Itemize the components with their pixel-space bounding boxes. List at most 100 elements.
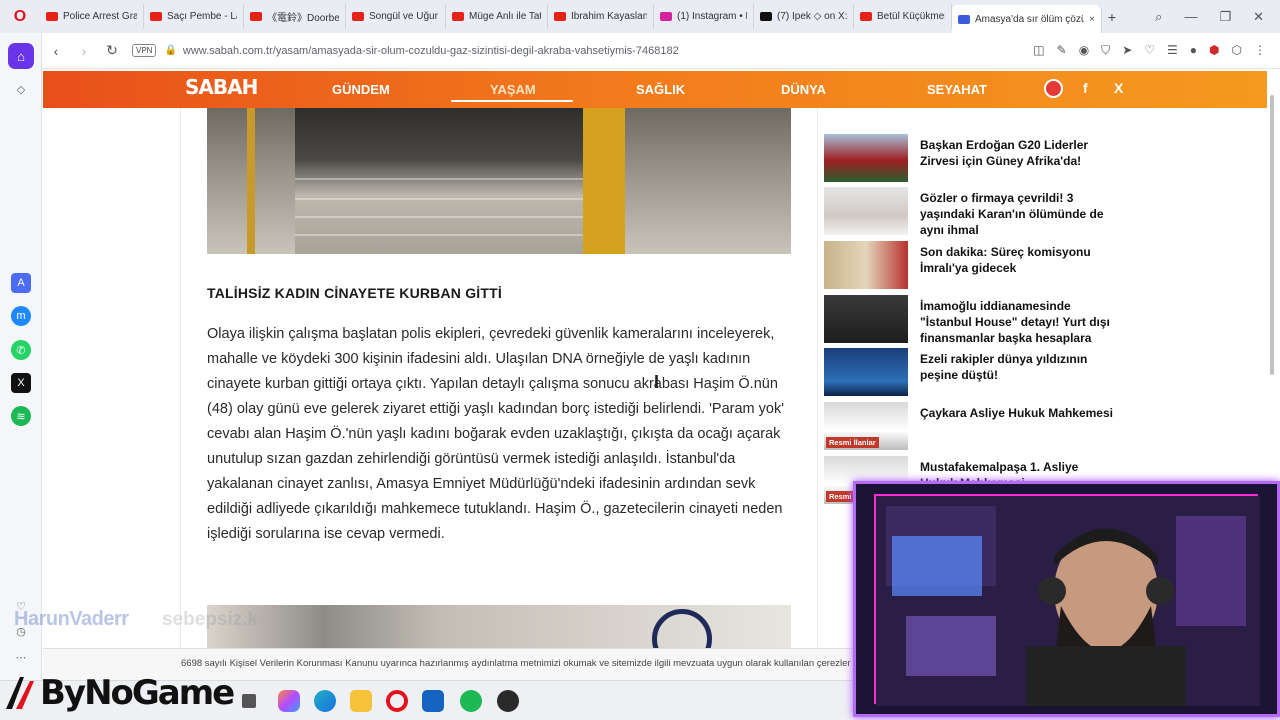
search-tabs-icon[interactable]: ⌕	[1155, 9, 1162, 25]
browser-tab[interactable]: Saçı Pembe - Lar	[144, 4, 244, 29]
tab-title: Police Arrest Gra	[63, 11, 137, 22]
bynogame-text: ByNoGame	[40, 673, 235, 713]
browser-tab[interactable]: Songül ve Uğur il	[346, 4, 446, 29]
news-thumbnail[interactable]: Resmi İlanlar	[824, 402, 908, 450]
lock-icon: 🔒	[164, 45, 177, 56]
obs-icon[interactable]	[497, 690, 519, 712]
outlook-icon[interactable]	[422, 690, 444, 712]
facebook-icon[interactable]: f	[1083, 80, 1088, 96]
edge-icon[interactable]	[314, 690, 336, 712]
send-icon[interactable]: ➤	[1122, 43, 1132, 58]
browser-tab[interactable]: 《電鈴》Doorbell	[244, 4, 346, 29]
browser-tab-strip: O Police Arrest Gra Saçı Pembe - Lar 《電鈴》D…	[0, 0, 1280, 33]
opera-taskbar-icon[interactable]	[386, 690, 408, 712]
streamer-watermark: HarunVaderr	[14, 608, 129, 630]
special-badge-icon[interactable]	[1044, 79, 1063, 98]
browser-tab[interactable]: İbrahim Kayaslan	[548, 4, 654, 29]
forward-icon[interactable]: ›	[70, 43, 98, 59]
news-item[interactable]: Gözler o firmaya çevrildi! 3 yaşındaki K…	[824, 187, 1124, 237]
x-social-icon[interactable]: X	[1114, 80, 1123, 96]
shield-icon[interactable]: ⛉	[1101, 43, 1110, 58]
article-subheading: TALİHSİZ KADIN CİNAYETE KURBAN GİTTİ	[207, 285, 502, 301]
tab-favicon-icon	[150, 12, 162, 21]
browser-tab[interactable]: Betül Küçükmeri	[854, 4, 952, 29]
browser-tab[interactable]: (1) Instagram • M	[654, 4, 754, 29]
opera-menu-icon[interactable]: O	[0, 0, 40, 33]
whatsapp-icon[interactable]: ✆	[11, 340, 31, 360]
news-thumbnail[interactable]	[824, 134, 908, 182]
news-item[interactable]: İmamoğlu iddianamesinde "İstanbul House"…	[824, 295, 1124, 345]
nav-seyahat[interactable]: SEYAHAT	[927, 82, 987, 97]
nav-dunya[interactable]: DÜNYA	[781, 82, 826, 97]
profile-icon[interactable]: ●	[1190, 43, 1197, 58]
spotify-taskbar-icon[interactable]	[460, 690, 482, 712]
address-bar-row: ‹ › ↻ VPN 🔒 www.sabah.com.tr/yasam/amasy…	[0, 33, 1280, 69]
webcam-feed	[874, 494, 1260, 706]
news-item[interactable]: Ezeli rakipler dünya yıldızının peşine d…	[824, 348, 1124, 398]
copilot-icon[interactable]	[278, 690, 300, 712]
browser-tab[interactable]: Müge Anlı ile Tat	[446, 4, 548, 29]
more-icon[interactable]: ⋮	[1254, 43, 1266, 58]
nav-saglik[interactable]: SAĞLIK	[636, 82, 685, 97]
split-view-icon[interactable]: ◫	[1033, 43, 1044, 58]
reload-icon[interactable]: ↻	[98, 42, 126, 59]
article-body: Olaya ilişkin çalışma başlatan polis eki…	[207, 326, 784, 542]
news-title[interactable]: Son dakika: Süreç komisyonu İmralı'ya gi…	[920, 244, 1118, 276]
news-title[interactable]: Başkan Erdoğan G20 Liderler Zirvesi için…	[920, 137, 1118, 169]
camera-icon[interactable]: ◉	[1079, 43, 1089, 58]
article-photo-stairs	[207, 108, 791, 254]
new-tab-button[interactable]: +	[1102, 9, 1122, 25]
news-thumbnail[interactable]	[824, 241, 908, 289]
cube-icon[interactable]: ⬡	[1232, 43, 1242, 58]
x-icon[interactable]: X	[11, 373, 31, 393]
browser-tab[interactable]: Amasya'da sır ölüm çözüld ×	[952, 5, 1102, 33]
news-thumbnail[interactable]	[824, 187, 908, 235]
tab-title: Saçı Pembe - Lar	[167, 11, 237, 22]
browser-tab[interactable]: Police Arrest Gra	[40, 4, 144, 29]
news-title[interactable]: Çaykara Asliye Hukuk Mahkemesi	[920, 405, 1118, 421]
close-window-icon[interactable]: ✕	[1253, 9, 1264, 25]
nav-gundem[interactable]: GÜNDEM	[332, 82, 390, 97]
site-header: SABAH GÜNDEM YAŞAM SAĞLIK DÜNYA SEYAHAT …	[43, 71, 1267, 108]
url-field[interactable]: www.sabah.com.tr/yasam/amasyada-sir-olum…	[183, 45, 1033, 57]
spotify-icon[interactable]: ≋	[11, 406, 31, 426]
minimize-icon[interactable]: —	[1184, 9, 1197, 24]
back-icon[interactable]: ‹	[42, 43, 70, 59]
news-item[interactable]: Resmi İlanlar Çaykara Asliye Hukuk Mahkem…	[824, 402, 1124, 452]
tab-title: Amasya'da sır ölüm çözüld	[975, 13, 1085, 25]
active-nav-indicator	[451, 100, 573, 102]
news-title[interactable]: İmamoğlu iddianamesinde "İstanbul House"…	[920, 298, 1118, 346]
messenger-icon[interactable]: m	[11, 306, 31, 326]
news-thumbnail[interactable]	[824, 348, 908, 396]
news-item[interactable]: Son dakika: Süreç komisyonu İmralı'ya gi…	[824, 241, 1124, 291]
heart-icon[interactable]: ♡	[1144, 43, 1155, 58]
bookmark-icon[interactable]: ◇	[11, 79, 31, 99]
browser-tab[interactable]: (7) İpek ◇ on X:	[754, 4, 854, 29]
article-column: TALİHSİZ KADIN CİNAYETE KURBAN GİTTİ Ola…	[180, 108, 818, 669]
file-explorer-icon[interactable]	[350, 690, 372, 712]
sidebar-more-icon[interactable]: ⋯	[11, 647, 31, 667]
news-title[interactable]: Ezeli rakipler dünya yıldızının peşine d…	[920, 351, 1118, 383]
tab-favicon-icon	[958, 14, 970, 24]
scrollbar-thumb[interactable]	[1270, 95, 1274, 375]
tab-title: Müge Anlı ile Tat	[469, 11, 541, 22]
task-view-icon[interactable]	[242, 694, 256, 708]
easy-setup-icon[interactable]: ☰	[1167, 43, 1178, 58]
tab-favicon-icon	[760, 12, 772, 21]
tab-favicon-icon	[860, 12, 872, 21]
home-icon[interactable]: ⌂	[8, 43, 34, 69]
edit-icon[interactable]: ✎	[1057, 43, 1067, 58]
restore-icon[interactable]: ❐	[1219, 9, 1231, 25]
nav-yasam[interactable]: YAŞAM	[490, 82, 536, 97]
news-item[interactable]: Başkan Erdoğan G20 Liderler Zirvesi için…	[824, 134, 1124, 184]
aria-icon[interactable]: A	[11, 273, 31, 293]
tab-close-icon[interactable]: ×	[1089, 14, 1095, 25]
extensions-icon[interactable]: ⬢	[1209, 43, 1219, 58]
tab-favicon-icon	[352, 12, 364, 21]
vpn-badge[interactable]: VPN	[132, 44, 157, 57]
news-thumbnail[interactable]	[824, 295, 908, 343]
tab-favicon-icon	[554, 12, 566, 21]
tab-favicon-icon	[660, 12, 672, 21]
sabah-logo[interactable]: SABAH	[185, 75, 258, 99]
news-title[interactable]: Gözler o firmaya çevrildi! 3 yaşındaki K…	[920, 190, 1118, 238]
